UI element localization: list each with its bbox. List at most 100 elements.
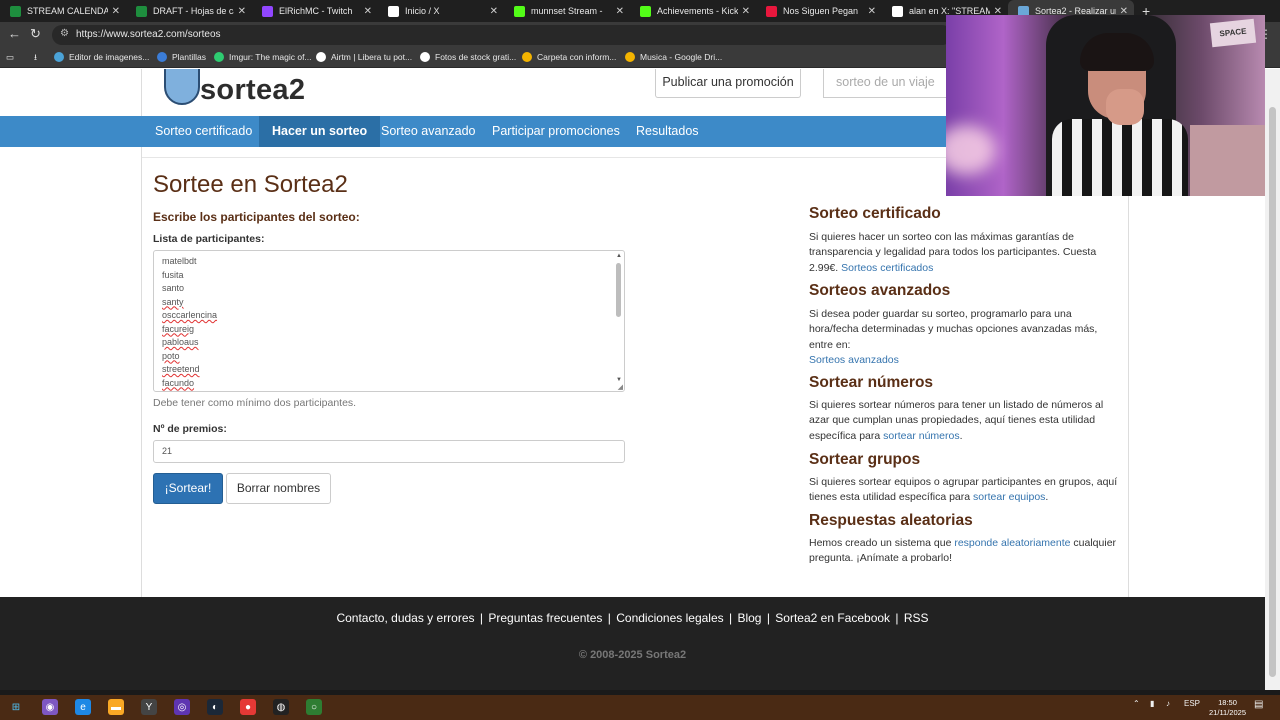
- sidebar-random-text: Hemos creado un sistema que responde ale…: [809, 536, 1121, 567]
- browser-icon[interactable]: e: [75, 699, 91, 715]
- footer-link-rss[interactable]: RSS: [904, 611, 929, 625]
- search-input[interactable]: sorteo de un viaje: [823, 69, 953, 98]
- nav-sorteo-avanzado[interactable]: Sorteo avanzado: [381, 116, 476, 147]
- bookmark-favicon-icon: [54, 52, 64, 62]
- tab-close-icon[interactable]: ✕: [112, 6, 120, 17]
- url-bar[interactable]: ⚙ https://www.sortea2.com/sorteos: [52, 25, 952, 45]
- participant-line: poto: [162, 350, 180, 361]
- windows-start-icon[interactable]: ⊞: [8, 699, 24, 715]
- sidebar-advanced-title: Sorteos avanzados: [809, 282, 951, 299]
- advanced-link[interactable]: Sorteos avanzados: [809, 354, 899, 366]
- downloads-icon[interactable]: ⭳: [34, 52, 37, 66]
- clock-time: 18:50: [1218, 698, 1237, 707]
- footer-link-contact[interactable]: Contacto, dudas y errores: [336, 611, 474, 625]
- notifications-icon[interactable]: ▤: [1254, 699, 1263, 710]
- bookmark-label: Editor de imagenes...: [69, 52, 150, 62]
- tab-favicon-icon: [10, 5, 21, 17]
- tab-close-icon[interactable]: ✕: [238, 6, 246, 17]
- steam-icon[interactable]: ◐: [207, 699, 223, 715]
- groups-link[interactable]: sortear equipos: [973, 491, 1045, 503]
- tab-label: Achievements - Kick Da: [657, 6, 738, 16]
- tray-chevron-icon[interactable]: ⌃: [1133, 699, 1140, 708]
- obs-icon[interactable]: ◍: [273, 699, 289, 715]
- bookmark-item[interactable]: Fotos de stock grati...: [420, 52, 516, 62]
- tab-close-icon[interactable]: ✕: [868, 6, 876, 17]
- random-link[interactable]: responde aleatoriamente: [954, 537, 1070, 549]
- tab-close-icon[interactable]: ✕: [616, 6, 624, 17]
- volume-icon[interactable]: ♪: [1166, 699, 1170, 708]
- clock[interactable]: 18:50 21/11/2025: [1209, 698, 1246, 718]
- tab-close-icon[interactable]: ✕: [490, 6, 498, 17]
- bookmark-favicon-icon: [316, 52, 326, 62]
- folder-icon[interactable]: ▬: [108, 699, 124, 715]
- nav-resultados[interactable]: Resultados: [636, 116, 699, 147]
- publish-promotion-button[interactable]: Publicar una promoción: [655, 69, 801, 98]
- app-icon[interactable]: ○: [306, 699, 322, 715]
- bookmark-item[interactable]: Carpeta con inform...: [522, 52, 616, 62]
- tab-close-icon[interactable]: ✕: [364, 6, 372, 17]
- back-arrow-icon[interactable]: ←: [8, 26, 21, 41]
- bookmark-label: Musica - Google Dri...: [640, 52, 723, 62]
- bookmark-item[interactable]: Editor de imagenes...: [54, 52, 149, 62]
- participant-line: fusita: [162, 269, 184, 280]
- nav-hacer-un-sorteo[interactable]: Hacer un sorteo: [259, 116, 381, 147]
- page-scroll-thumb[interactable]: [1269, 107, 1276, 677]
- numbers-link[interactable]: sortear números: [883, 430, 959, 442]
- webcam-overlay: SPACE: [946, 15, 1265, 196]
- bookmark-item[interactable]: Airtm | Libera tu pot...: [316, 52, 412, 62]
- participants-textarea[interactable]: ▲ ▼ ◢ matelbdt fusita santo santy osccarlenc…: [153, 250, 625, 392]
- discord-icon[interactable]: ◎: [174, 699, 190, 715]
- windows-taskbar: ⊞ ◉ e ▬ Y ◎ ◐ ● ◍ ○ ⌃ ▮ ♪ ESP 18:50 21/1…: [0, 695, 1280, 720]
- footer-link-faq[interactable]: Preguntas frecuentes: [488, 611, 602, 625]
- usb-icon[interactable]: ▮: [1150, 699, 1154, 708]
- resize-handle-icon[interactable]: ◢: [618, 383, 623, 391]
- footer-link-facebook[interactable]: Sortea2 en Facebook: [775, 611, 890, 625]
- app-icon[interactable]: ●: [240, 699, 256, 715]
- tab-favicon-icon: [640, 5, 651, 17]
- footer-link-blog[interactable]: Blog: [737, 611, 761, 625]
- clear-names-button[interactable]: Borrar nombres: [226, 473, 331, 504]
- app-icon[interactable]: Y: [141, 699, 157, 715]
- footer-separator: |: [728, 611, 733, 625]
- footer-separator: |: [479, 611, 483, 625]
- page-title: Sortee en Sortea2: [153, 171, 348, 198]
- browser-tab[interactable]: ElRichMC - Twitch ✕: [252, 0, 378, 22]
- prizes-input[interactable]: 21: [153, 440, 625, 463]
- bookmark-item[interactable]: Imgur: The magic of...: [214, 52, 312, 62]
- certified-link[interactable]: Sorteos certificados: [841, 262, 933, 274]
- sidebar-random-title: Respuestas aleatorias: [809, 512, 973, 529]
- tab-close-icon[interactable]: ✕: [742, 6, 750, 17]
- sidebar-certified-text: Si quieres hacer un sorteo con las máxim…: [809, 230, 1121, 276]
- tab-favicon-icon: [766, 5, 777, 17]
- page-scrollbar[interactable]: [1265, 69, 1280, 690]
- footer-link-legal[interactable]: Condiciones legales: [616, 611, 723, 625]
- participant-line: osccarlencina: [162, 310, 218, 320]
- bookmark-favicon-icon: [522, 52, 532, 62]
- textarea-scroll-thumb[interactable]: [616, 263, 621, 317]
- bookmark-item[interactable]: Plantillas: [157, 52, 206, 62]
- extensions-icon[interactable]: ▭: [6, 52, 14, 63]
- browser-tab[interactable]: munnset Stream - ✕: [504, 0, 630, 22]
- browser-tab[interactable]: Achievements - Kick Da ✕: [630, 0, 756, 22]
- scroll-up-icon[interactable]: ▲: [616, 253, 622, 259]
- browser-tab[interactable]: DRAFT - Hojas de cálcul ✕: [126, 0, 252, 22]
- participant-line: facundo: [162, 377, 195, 388]
- nav-participar-promociones[interactable]: Participar promociones: [492, 116, 620, 147]
- url-text[interactable]: https://www.sortea2.com/sorteos: [76, 29, 221, 40]
- browser-tab[interactable]: Nos Siguen Pegan ✕: [756, 0, 882, 22]
- participant-line: santo: [162, 283, 185, 293]
- browser-tab[interactable]: Inicio / X ✕: [378, 0, 504, 22]
- random-description: Hemos creado un sistema que: [809, 537, 952, 549]
- bookmark-item[interactable]: Musica - Google Dri...: [625, 52, 722, 62]
- textarea-scrollbar[interactable]: ▲ ▼: [614, 253, 622, 389]
- site-info-icon[interactable]: ⚙: [60, 28, 69, 39]
- site-footer: Contacto, dudas y errores | Preguntas fr…: [0, 597, 1265, 690]
- reload-icon[interactable]: ↻: [30, 26, 41, 42]
- language-indicator[interactable]: ESP: [1184, 699, 1200, 708]
- draw-button[interactable]: ¡Sortear!: [153, 473, 223, 504]
- browser-tab[interactable]: STREAM CALENDAR - H ✕: [0, 0, 126, 22]
- copyright: © 2008-2025 Sortea2: [578, 649, 687, 661]
- app-icon[interactable]: ◉: [42, 699, 58, 715]
- clock-date: 21/11/2025: [1209, 708, 1246, 717]
- nav-sorteo-certificado[interactable]: Sorteo certificado: [155, 116, 252, 147]
